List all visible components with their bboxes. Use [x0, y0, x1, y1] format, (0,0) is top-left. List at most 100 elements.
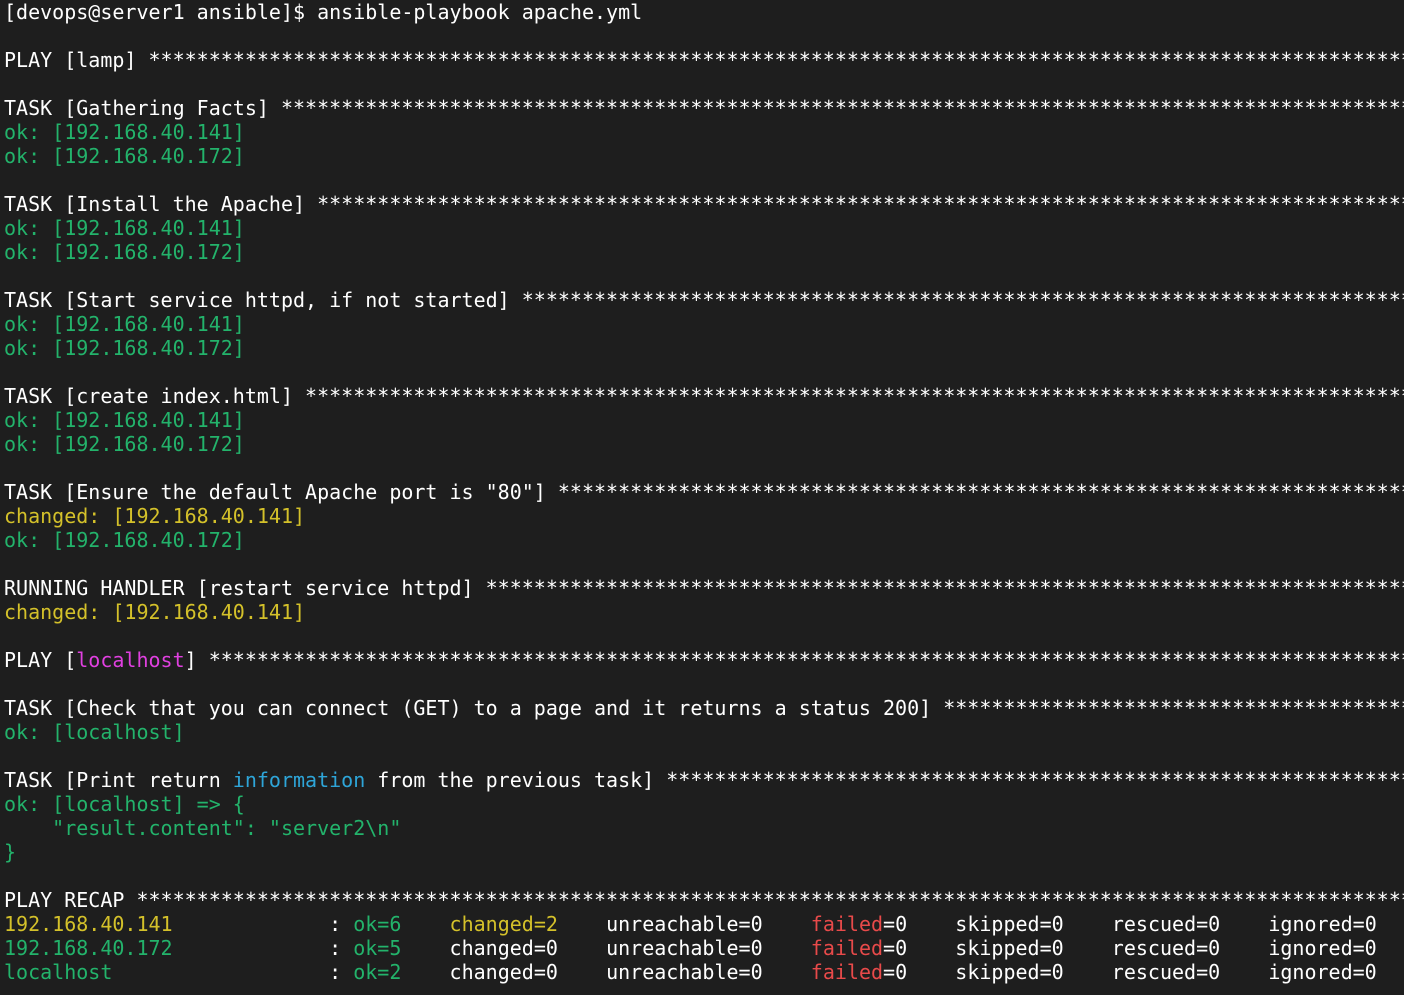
terminal-text-segment: ****************************************…: [317, 192, 1404, 216]
terminal-text-segment: ok: [192.168.40.141]: [4, 408, 245, 432]
terminal-text-segment: ****************************************…: [148, 48, 1404, 72]
terminal-text-segment: RUNNING HANDLER [restart service httpd]: [4, 576, 486, 600]
terminal-text-segment: changed=0 unreachable=0: [401, 960, 811, 984]
terminal-text-segment: TASK [Check that you can connect (GET) t…: [4, 696, 944, 720]
terminal-text-segment: ok: [192.168.40.141]: [4, 312, 245, 336]
terminal-text-segment: from the previous task]: [365, 768, 667, 792]
terminal-line: ok: [192.168.40.172]: [4, 432, 1404, 456]
terminal-line: TASK [Ensure the default Apache port is …: [4, 480, 1404, 504]
terminal-text-segment: 192.168.40.172: [4, 936, 330, 960]
terminal-line: }: [4, 840, 1404, 864]
terminal-text-segment: ****************************************…: [557, 480, 1404, 504]
terminal-text-segment: unreachable=0: [557, 912, 811, 936]
terminal-line: ok: [192.168.40.172]: [4, 528, 1404, 552]
terminal-line: ok: [192.168.40.172]: [4, 144, 1404, 168]
terminal-line: 192.168.40.141 : ok=6 changed=2 unreacha…: [4, 912, 1404, 936]
terminal-line: ok: [192.168.40.141]: [4, 120, 1404, 144]
terminal-window[interactable]: [devops@server1 ansible]$ ansible-playbo…: [0, 0, 1404, 995]
terminal-text-segment: ok: [localhost] => {: [4, 792, 245, 816]
terminal-line: [devops@server1 ansible]$ ansible-playbo…: [4, 0, 1404, 24]
terminal-text-segment: ok=6: [353, 912, 402, 936]
terminal-text-segment: ok=5: [353, 936, 402, 960]
terminal-text-segment: TASK [Gathering Facts]: [4, 96, 281, 120]
terminal-line: TASK [Gathering Facts] *****************…: [4, 96, 1404, 120]
terminal-text-segment: ok: [192.168.40.172]: [4, 432, 245, 456]
terminal-text-segment: "result.content": "server2\n": [4, 816, 402, 840]
terminal-text-segment: TASK [Start service httpd, if not starte…: [4, 288, 522, 312]
terminal-line: ok: [192.168.40.172]: [4, 336, 1404, 360]
terminal-line: changed: [192.168.40.141]: [4, 600, 1404, 624]
terminal-line: TASK [Check that you can connect (GET) t…: [4, 696, 1404, 720]
terminal-line: localhost : ok=2 changed=0 unreachable=0…: [4, 960, 1404, 984]
terminal-line: PLAY RECAP *****************************…: [4, 888, 1404, 912]
terminal-text-segment: changed=2: [449, 912, 558, 936]
terminal-text-segment: ok: [192.168.40.141]: [4, 216, 245, 240]
terminal-line: ok: [localhost] => {: [4, 792, 1404, 816]
terminal-line: PLAY [localhost] ***********************…: [4, 648, 1404, 672]
terminal-line: TASK [create index.html] ***************…: [4, 384, 1404, 408]
terminal-text-segment: TASK [Install the Apache]: [4, 192, 318, 216]
terminal-text-segment: changed: [192.168.40.141]: [4, 600, 306, 624]
terminal-text-segment: TASK [create index.html]: [4, 384, 306, 408]
terminal-line: ok: [192.168.40.141]: [4, 408, 1404, 432]
terminal-text-segment: ok: [192.168.40.172]: [4, 240, 245, 264]
terminal-text-segment: ok: [192.168.40.172]: [4, 336, 245, 360]
terminal-line: "result.content": "server2\n": [4, 816, 1404, 840]
terminal-text-segment: :: [329, 960, 354, 984]
terminal-text-segment: failed: [810, 936, 884, 960]
terminal-text-segment: 192.168.40.141: [4, 912, 330, 936]
terminal-line: PLAY [lamp] ****************************…: [4, 48, 1404, 72]
terminal-text-segment: ****************************************…: [943, 696, 1404, 720]
terminal-line: TASK [Start service httpd, if not starte…: [4, 288, 1404, 312]
terminal-line: changed: [192.168.40.141]: [4, 504, 1404, 528]
terminal-text-segment: }: [4, 840, 17, 864]
terminal-text-segment: :: [329, 912, 354, 936]
terminal-text-segment: =0 skipped=0 rescued=0 ignored=0: [883, 936, 1377, 960]
terminal-text-segment: PLAY RECAP: [4, 888, 137, 912]
terminal-text-segment: ****************************************…: [305, 384, 1404, 408]
terminal-text-segment: failed: [810, 912, 884, 936]
terminal-text-segment: ok=2: [353, 960, 402, 984]
terminal-text-segment: :: [329, 936, 354, 960]
terminal-text-segment: ****************************************…: [208, 648, 1404, 672]
terminal-text-segment: PLAY [: [4, 648, 77, 672]
terminal-text-segment: ok: [192.168.40.172]: [4, 144, 245, 168]
terminal-text-segment: localhost: [76, 648, 185, 672]
terminal-text-segment: ****************************************…: [280, 96, 1404, 120]
terminal-line: TASK [Install the Apache] **************…: [4, 192, 1404, 216]
terminal-line: TASK [Print return information from the …: [4, 768, 1404, 792]
terminal-text-segment: TASK [Print return: [4, 768, 233, 792]
terminal-text-segment: localhost: [4, 960, 330, 984]
terminal-text-segment: ****************************************…: [666, 768, 1404, 792]
terminal-text-segment: [devops@server1 ansible]$ ansible-playbo…: [4, 0, 643, 24]
terminal-line: 192.168.40.172 : ok=5 changed=0 unreacha…: [4, 936, 1404, 960]
terminal-text-segment: ****************************************…: [485, 576, 1404, 600]
terminal-line: ok: [192.168.40.141]: [4, 216, 1404, 240]
terminal-line: RUNNING HANDLER [restart service httpd] …: [4, 576, 1404, 600]
terminal-text-segment: ****************************************…: [521, 288, 1404, 312]
terminal-text-segment: PLAY [lamp]: [4, 48, 149, 72]
terminal-text-segment: TASK [Ensure the default Apache port is …: [4, 480, 558, 504]
terminal-text-segment: changed: [192.168.40.141]: [4, 504, 306, 528]
terminal-text-segment: ok: [192.168.40.172]: [4, 528, 245, 552]
terminal-text-segment: =0 skipped=0 rescued=0 ignored=0: [883, 960, 1377, 984]
terminal-text-segment: failed: [810, 960, 884, 984]
terminal-line: ok: [localhost]: [4, 720, 1404, 744]
terminal-text-segment: ok: [localhost]: [4, 720, 185, 744]
terminal-line: ok: [192.168.40.172]: [4, 240, 1404, 264]
terminal-text-segment: changed=0 unreachable=0: [401, 936, 811, 960]
terminal-line: ok: [192.168.40.141]: [4, 312, 1404, 336]
terminal-text-segment: information: [232, 768, 366, 792]
